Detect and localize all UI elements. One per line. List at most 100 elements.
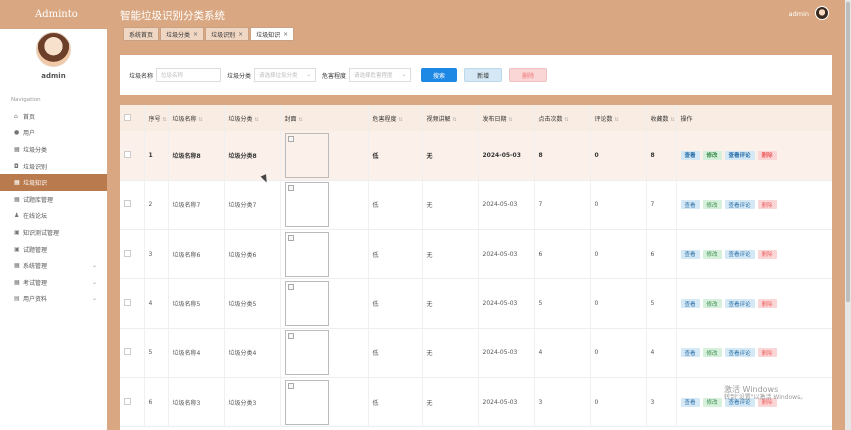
column-header[interactable]: 封面 ⇅	[280, 105, 369, 131]
cover-image[interactable]	[284, 132, 329, 178]
sort-icon[interactable]: ⇅	[565, 117, 569, 123]
sidebar-item[interactable]: ▦ 系统管理 ⌄	[0, 257, 107, 274]
tab[interactable]: 垃圾分类 ×	[160, 27, 205, 41]
view-comments-button[interactable]: 查看评论	[724, 150, 755, 160]
edit-button[interactable]: 修改	[702, 299, 722, 309]
edit-button[interactable]: 修改	[702, 150, 722, 160]
column-header[interactable]: 评论数 ⇅	[590, 105, 647, 131]
sort-icon[interactable]: ⇅	[163, 117, 167, 123]
sidebar-item-label: 知识测试管理	[23, 229, 60, 237]
row-checkbox[interactable]	[124, 397, 131, 405]
column-header[interactable]: 视频讲解 ⇅	[422, 105, 479, 131]
sort-icon[interactable]: ⇅	[255, 117, 259, 123]
edit-button[interactable]: 修改	[702, 348, 722, 358]
table-row[interactable]: 2 垃圾名称7 垃圾分类7 低无 2024-05-03 7 0 7 查看 修改 查看评论 删除	[120, 180, 832, 231]
header-avatar[interactable]	[815, 6, 829, 20]
close-icon[interactable]: ×	[283, 31, 288, 38]
column-header-label: 评论数	[594, 115, 613, 123]
sidebar-item[interactable]: ♟ 在线论坛	[0, 208, 107, 225]
briefcase-icon: ▣	[14, 228, 20, 236]
table-row[interactable]: 5 垃圾名称4 垃圾分类4 低无 2024-05-03 4 0 4 查看 修改 查看评论 删除	[120, 328, 832, 378]
column-header[interactable]: 垃圾分类 ⇅	[224, 105, 281, 131]
sort-icon[interactable]: ⇅	[399, 117, 403, 123]
select-all-checkbox[interactable]	[124, 113, 131, 121]
view-button[interactable]: 查看	[680, 150, 700, 160]
sidebar-item[interactable]: ▦ 考试管理 ⌄	[0, 274, 107, 291]
view-button[interactable]: 查看	[680, 249, 700, 259]
table-row[interactable]: 3 垃圾名称6 垃圾分类6 低无 2024-05-03 6 0 6 查看 修改 查看评论 删除	[120, 229, 832, 280]
sidebar-item[interactable]: ▣ 试题管理	[0, 241, 107, 258]
table-row[interactable]: 4 垃圾名称5 垃圾分类5 低无 2024-05-03 5 0 5 查看 修改 查看评论 删除	[120, 278, 832, 329]
search-button[interactable]: 搜索	[421, 68, 458, 82]
sidebar-item[interactable]: ▦ 试题库管理	[0, 191, 107, 208]
delete-selected-button[interactable]: 删除	[509, 68, 548, 82]
edit-button[interactable]: 修改	[702, 397, 722, 407]
table-row[interactable]: 1 垃圾名称8 垃圾分类8 低无 2024-05-03 8 0 8 查看 修改 查看评论 删除	[120, 131, 832, 181]
cell-favorites: 7	[646, 180, 677, 231]
hazard-filter-select[interactable]: 请选择危害程度 ⌄	[349, 68, 412, 82]
cover-image[interactable]	[284, 330, 329, 376]
cover-image[interactable]	[284, 281, 329, 327]
row-checkbox[interactable]	[124, 200, 131, 208]
cell-date: 2024-05-03	[478, 229, 535, 280]
delete-button[interactable]: 删除	[757, 200, 777, 210]
sidebar-item[interactable]: ▦ 垃圾分类	[0, 141, 107, 158]
delete-button[interactable]: 删除	[757, 249, 777, 259]
sort-icon[interactable]: ⇅	[453, 117, 457, 123]
view-comments-button[interactable]: 查看评论	[724, 299, 755, 309]
name-filter-input[interactable]: 垃圾名称	[156, 68, 222, 82]
column-header[interactable]: 发布日期 ⇅	[478, 105, 535, 131]
cell-name: 垃圾名称7	[168, 180, 225, 231]
scrollbar-thumb[interactable]	[846, 2, 850, 302]
sidebar-item[interactable]: ● 用户	[0, 125, 107, 142]
sidebar-item[interactable]: ⌂ 首页	[0, 108, 107, 125]
column-header[interactable]: 收藏数 ⇅	[646, 105, 677, 131]
delete-button[interactable]: 删除	[757, 348, 777, 358]
sidebar-item[interactable]: ▦ 垃圾知识	[0, 174, 107, 191]
delete-button[interactable]: 删除	[757, 299, 777, 309]
view-comments-button[interactable]: 查看评论	[724, 348, 755, 358]
tab[interactable]: 垃圾知识 ×	[250, 27, 295, 41]
close-icon[interactable]: ×	[193, 31, 198, 38]
row-checkbox[interactable]	[124, 299, 131, 307]
row-checkbox[interactable]	[124, 249, 131, 257]
edit-button[interactable]: 修改	[702, 200, 722, 210]
cover-image[interactable]	[284, 231, 329, 277]
view-button[interactable]: 查看	[680, 299, 700, 309]
delete-button[interactable]: 删除	[757, 150, 777, 160]
sort-icon[interactable]: ⇅	[671, 117, 675, 123]
sort-icon[interactable]: ⇅	[299, 117, 303, 123]
view-button[interactable]: 查看	[680, 397, 700, 407]
column-header[interactable]: 垃圾名称 ⇅	[168, 105, 225, 131]
close-icon[interactable]: ×	[238, 31, 243, 38]
view-comments-button[interactable]: 查看评论	[724, 200, 755, 210]
edit-button[interactable]: 修改	[702, 249, 722, 259]
view-button[interactable]: 查看	[680, 348, 700, 358]
column-header[interactable]: 序号 ⇅	[144, 105, 169, 131]
column-header[interactable]: 危害程度 ⇅	[368, 105, 423, 131]
cell-video: 无	[422, 180, 479, 231]
cover-image[interactable]	[284, 182, 329, 228]
tab-label: 垃圾分类	[166, 31, 191, 39]
tab[interactable]: 系统首页	[123, 27, 160, 41]
column-header[interactable]: 点击次数 ⇅	[534, 105, 591, 131]
sidebar-item[interactable]: ▤ 用户资料 ⌄	[0, 291, 107, 308]
header-username[interactable]: admin	[789, 10, 809, 18]
sort-icon[interactable]: ⇅	[509, 117, 513, 123]
cover-image[interactable]	[284, 379, 329, 425]
category-filter-select[interactable]: 请选择垃圾分类 ⌄	[254, 68, 317, 82]
tab[interactable]: 垃圾识别 ×	[205, 27, 250, 41]
user-avatar	[36, 32, 71, 67]
sidebar-item[interactable]: ▣ 知识测试管理	[0, 224, 107, 241]
view-button[interactable]: 查看	[680, 200, 700, 210]
cell-favorites: 3	[646, 377, 677, 428]
row-checkbox[interactable]	[124, 348, 131, 356]
page-scrollbar[interactable]	[845, 0, 851, 430]
sort-icon[interactable]: ⇅	[615, 117, 619, 123]
sidebar-item[interactable]: ◘ 垃圾识别	[0, 158, 107, 175]
sort-icon[interactable]: ⇅	[199, 117, 203, 123]
view-comments-button[interactable]: 查看评论	[724, 249, 755, 259]
brand-logo[interactable]: Adminto	[35, 9, 78, 20]
add-button[interactable]: 新增	[464, 68, 503, 82]
row-checkbox[interactable]	[124, 150, 131, 158]
